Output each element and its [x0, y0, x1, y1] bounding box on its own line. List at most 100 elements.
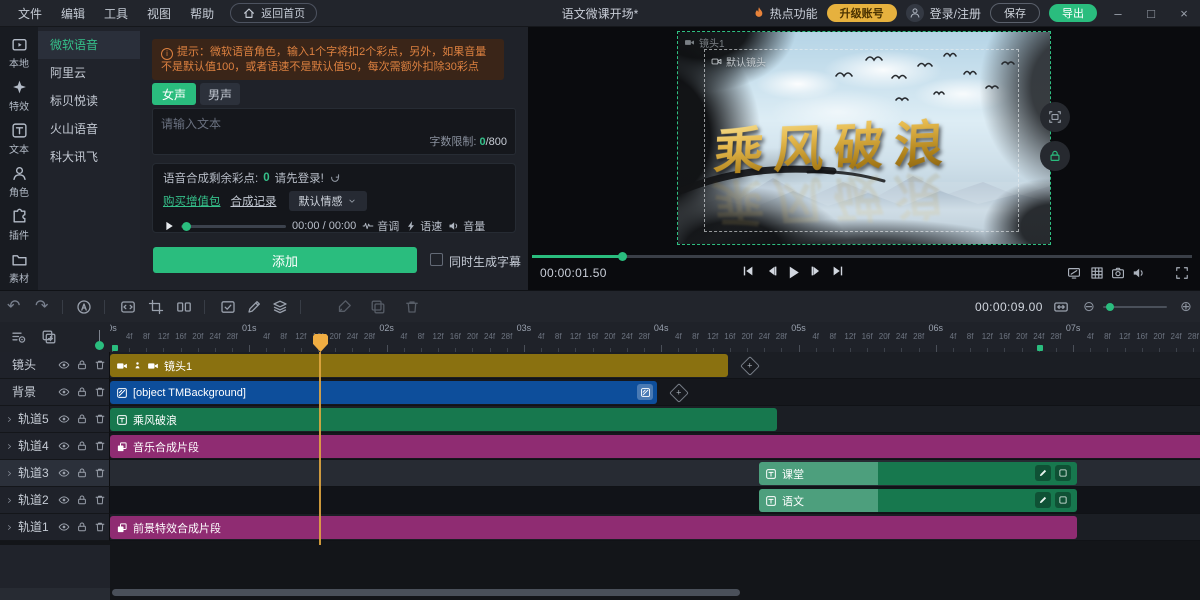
chevron-right-icon[interactable] — [5, 523, 14, 532]
code-frame-icon[interactable] — [120, 299, 136, 315]
snapshot-icon[interactable] — [1111, 266, 1125, 280]
play-icon[interactable] — [785, 264, 802, 281]
voice-engine-item-3[interactable]: 标贝悦读 — [38, 87, 140, 115]
sidebar-item-3[interactable]: 文本 — [0, 117, 38, 160]
volume-icon[interactable] — [1132, 266, 1146, 280]
clip-style-button[interactable] — [1055, 465, 1071, 481]
home-button[interactable]: 返回首页 — [230, 3, 317, 23]
menu-item-4[interactable]: 视图 — [147, 5, 171, 22]
eye-icon[interactable] — [58, 413, 70, 425]
eye-icon[interactable] — [58, 467, 70, 479]
track-header-7[interactable]: 轨道1 — [0, 514, 110, 541]
range-start-marker[interactable] — [112, 345, 118, 351]
voice-engine-item-1[interactable]: 微软语音 — [38, 31, 140, 59]
progress-knob[interactable] — [618, 252, 627, 261]
eye-icon[interactable] — [58, 440, 70, 452]
tab-male-voice[interactable]: 男声 — [200, 83, 240, 105]
background-clip-icon[interactable] — [637, 384, 653, 400]
minimize-button[interactable]: – — [1106, 6, 1130, 21]
voice-engine-item-2[interactable]: 阿里云 — [38, 59, 140, 87]
sidebar-item-5[interactable]: 插件 — [0, 203, 38, 246]
crop-icon[interactable] — [148, 299, 164, 315]
track-lane-2[interactable]: [object TMBackground] + — [110, 379, 1200, 406]
lock-icon[interactable] — [76, 359, 88, 371]
trash-icon[interactable] — [94, 467, 106, 479]
timeline-clip[interactable]: 音乐合成片段 — [110, 435, 1200, 458]
add-track-icon[interactable] — [41, 329, 57, 345]
menu-item-5[interactable]: 帮助 — [190, 5, 214, 22]
timeline-clip[interactable]: [object TMBackground] — [110, 381, 657, 404]
add-button[interactable]: 添加 — [153, 247, 417, 273]
history-link[interactable]: 合成记录 — [231, 193, 277, 209]
timeline-clip[interactable]: 课堂 — [759, 462, 1077, 485]
trash-icon[interactable] — [94, 359, 106, 371]
menu-item-2[interactable]: 编辑 — [61, 5, 85, 22]
split-icon[interactable] — [176, 299, 192, 315]
add-keyframe-button[interactable]: + — [669, 383, 689, 403]
menu-item-1[interactable]: 文件 — [18, 5, 42, 22]
trash-icon[interactable] — [94, 521, 106, 533]
trash-icon[interactable] — [94, 494, 106, 506]
volume-control[interactable]: 音量 — [448, 218, 485, 234]
timeline-zoom-slider[interactable] — [1103, 306, 1167, 308]
lock-icon[interactable] — [76, 440, 88, 452]
frame-fit-button[interactable] — [1040, 102, 1070, 132]
subtitle-checkbox[interactable] — [430, 253, 443, 266]
marker-pin[interactable] — [99, 330, 100, 344]
eye-icon[interactable] — [58, 494, 70, 506]
chevron-right-icon[interactable] — [5, 415, 14, 424]
tts-text-input[interactable]: 请输入文本 字数限制: 0/800 — [152, 108, 516, 155]
prev-frame-icon[interactable] — [765, 264, 779, 278]
fit-timeline-icon[interactable] — [1053, 299, 1069, 315]
export-button[interactable]: 导出 — [1049, 4, 1097, 22]
menu-item-3[interactable]: 工具 — [104, 5, 128, 22]
edit-icon[interactable] — [246, 299, 262, 315]
zoom-in-icon[interactable]: ⊕ — [1180, 298, 1192, 315]
track-header-6[interactable]: 轨道2 — [0, 487, 110, 514]
zoom-out-icon[interactable]: ⊖ — [1083, 298, 1095, 315]
delete-icon[interactable] — [404, 299, 420, 315]
voice-engine-item-4[interactable]: 火山语音 — [38, 115, 140, 143]
emotion-dropdown[interactable]: 默认情感 — [289, 191, 367, 211]
timeline-clip[interactable]: 镜头1 — [110, 354, 728, 377]
login-button[interactable]: 登录/注册 — [930, 5, 981, 22]
chevron-right-icon[interactable] — [5, 469, 14, 478]
chevron-right-icon[interactable] — [5, 442, 14, 451]
skip-end-icon[interactable] — [831, 264, 845, 278]
range-end-marker[interactable] — [1037, 345, 1043, 351]
track-header-2[interactable]: 背景 — [0, 379, 110, 406]
upgrade-account-button[interactable]: 升级账号 — [827, 4, 897, 22]
video-canvas[interactable]: 乘风破浪 乘风破浪 默认镜头 镜头1 — [677, 31, 1051, 245]
pitch-control[interactable]: 音调 — [362, 218, 399, 234]
close-button[interactable]: × — [1172, 6, 1196, 21]
redo-icon[interactable]: ↷ — [35, 299, 48, 315]
track-header-4[interactable]: 轨道4 — [0, 433, 110, 460]
timeline-clip[interactable]: 语文 — [759, 489, 1077, 512]
layers-icon[interactable] — [272, 299, 288, 315]
timeline-clip[interactable]: 前景特效合成片段 — [110, 516, 1077, 539]
zoom-knob[interactable] — [1106, 303, 1114, 311]
next-frame-icon[interactable] — [809, 264, 823, 278]
playback-progress-bar[interactable] — [532, 255, 1192, 258]
trash-icon[interactable] — [94, 386, 106, 398]
display-icon[interactable] — [1067, 266, 1081, 280]
track-header-1[interactable]: 镜头 — [0, 352, 110, 379]
track-lane-5[interactable]: 课堂 — [110, 460, 1200, 487]
track-header-5[interactable]: 轨道3 — [0, 460, 110, 487]
clip-style-button[interactable] — [1055, 492, 1071, 508]
buy-package-link[interactable]: 购买增值包 — [163, 193, 221, 209]
brush-icon[interactable] — [336, 299, 352, 315]
chevron-right-icon[interactable] — [5, 496, 14, 505]
maximize-button[interactable]: □ — [1139, 6, 1163, 21]
clip-animate-button[interactable] — [1035, 465, 1051, 481]
save-button[interactable]: 保存 — [990, 3, 1040, 23]
audition-play-button[interactable] — [163, 220, 175, 232]
track-lane-6[interactable]: 语文 — [110, 487, 1200, 514]
lock-icon[interactable] — [76, 413, 88, 425]
track-lane-7[interactable]: 前景特效合成片段 — [110, 514, 1200, 541]
lock-button[interactable] — [1040, 141, 1070, 171]
trash-icon[interactable] — [94, 440, 106, 452]
eye-icon[interactable] — [58, 386, 70, 398]
hot-features-button[interactable]: 热点功能 — [770, 5, 818, 22]
tab-female-voice[interactable]: 女声 — [152, 83, 196, 105]
